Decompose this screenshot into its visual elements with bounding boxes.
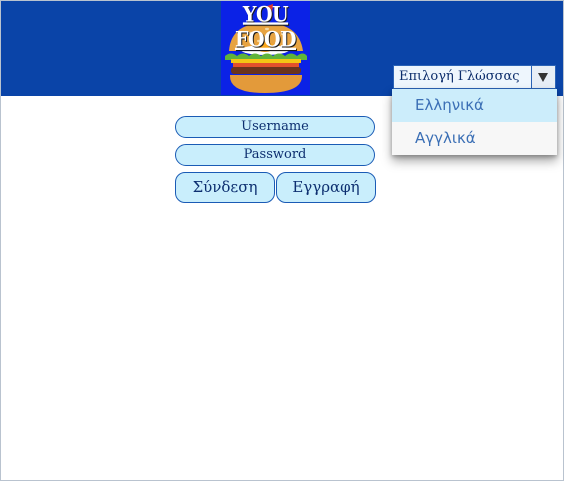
logo-text: YOU FOOD xyxy=(234,1,297,53)
language-select[interactable]: Επιλογή Γλώσσας xyxy=(393,65,556,89)
login-button[interactable]: Σύνδεση xyxy=(175,172,275,203)
language-dropdown-menu: Ελληνικά Αγγλικά xyxy=(392,89,557,155)
language-option-greek[interactable]: Ελληνικά xyxy=(392,89,557,122)
chevron-down-icon xyxy=(538,73,548,82)
password-field[interactable]: Password xyxy=(175,144,375,166)
logo[interactable]: YOU FOOD xyxy=(221,1,310,95)
register-button[interactable]: Εγγραφή xyxy=(276,172,376,203)
language-option-english[interactable]: Αγγλικά xyxy=(392,122,557,155)
language-select-label: Επιλογή Γλώσσας xyxy=(399,69,520,84)
username-field[interactable]: Username xyxy=(175,116,375,138)
language-select-toggle[interactable] xyxy=(531,66,555,88)
